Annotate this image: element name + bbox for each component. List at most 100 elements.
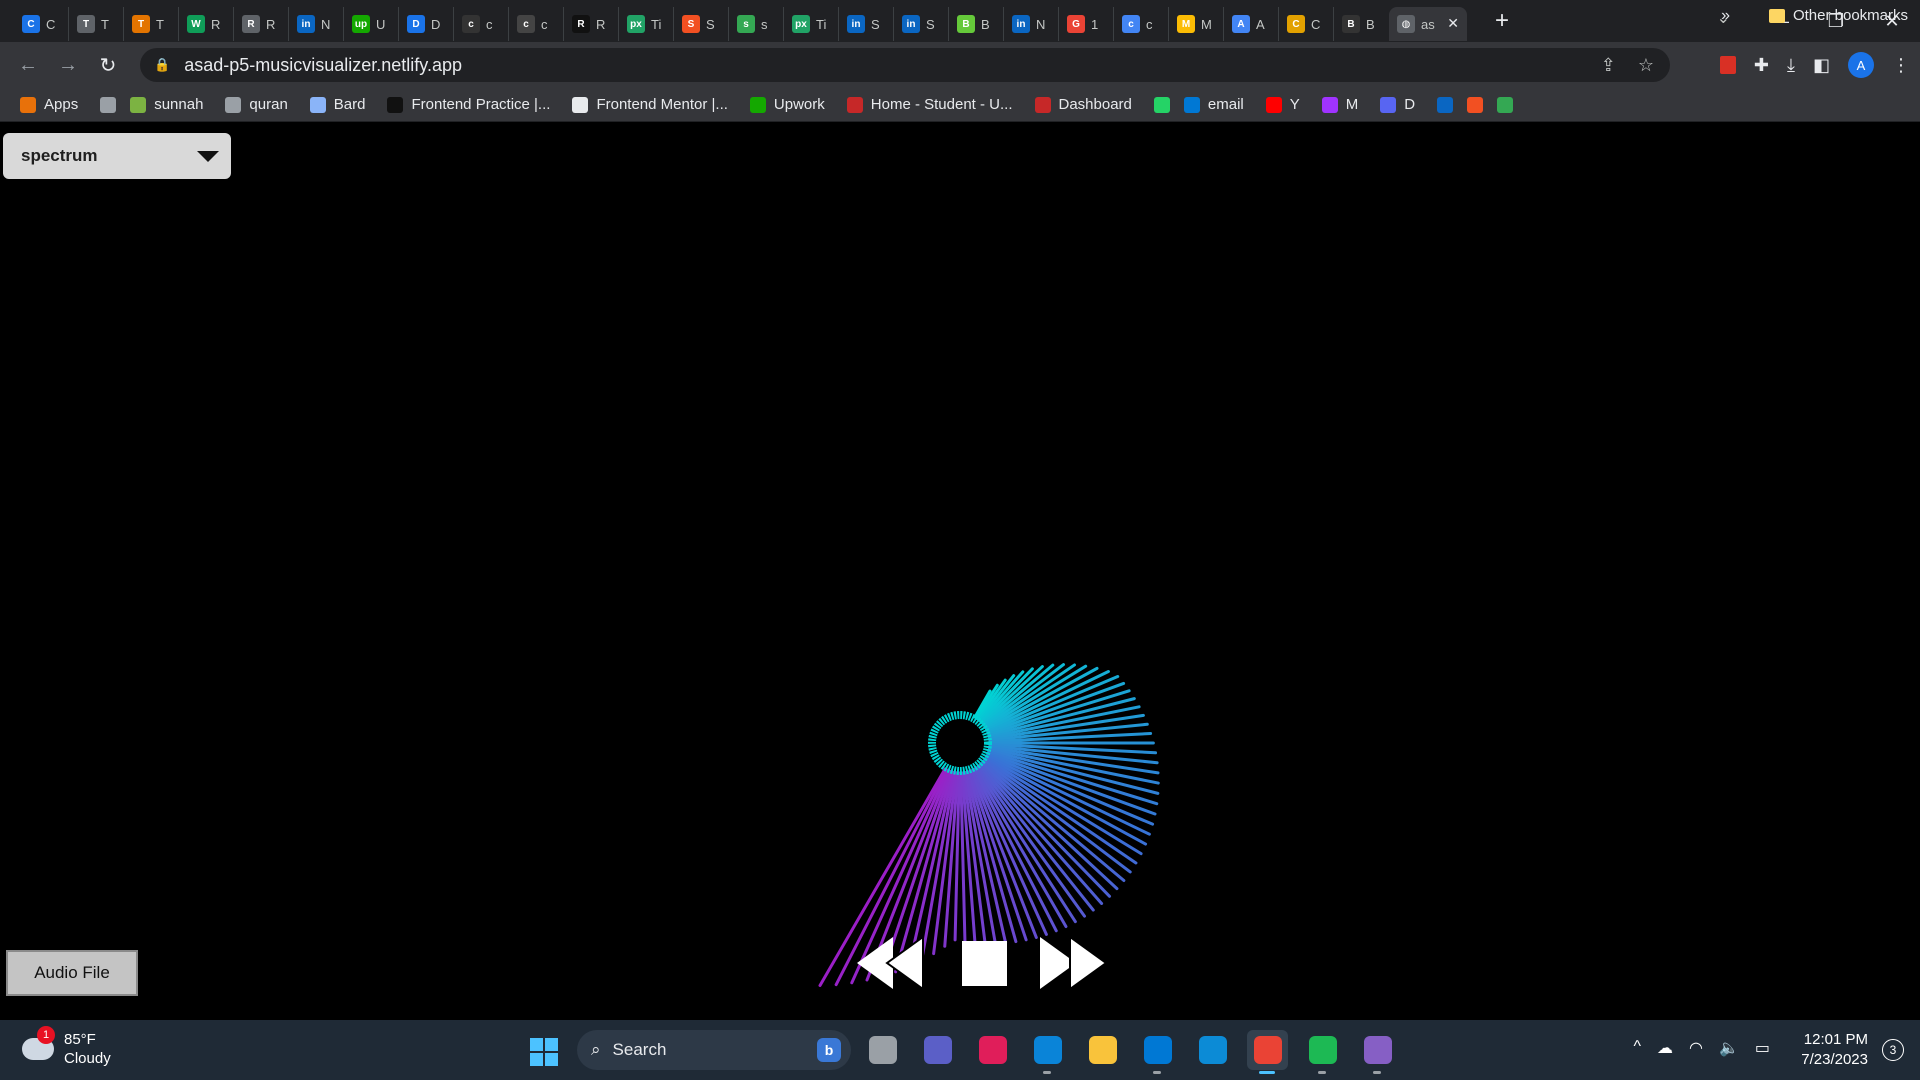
bookmark-item[interactable]: Y xyxy=(1265,96,1300,113)
other-bookmarks[interactable]: Other bookmarks xyxy=(1768,7,1908,24)
taskbar-search[interactable]: ⌕ Search b xyxy=(577,1030,851,1070)
pinwheel-icon xyxy=(1497,96,1514,113)
taskbar-app-spotify[interactable] xyxy=(1302,1030,1343,1074)
browser-tab[interactable]: SS xyxy=(674,7,729,41)
browser-tab[interactable]: up U xyxy=(344,7,399,41)
back-button[interactable]: ← xyxy=(8,54,48,77)
visualizer-mode-select[interactable]: spectrum xyxy=(3,133,231,179)
new-tab-button[interactable]: + xyxy=(1487,7,1517,35)
bookmark-item[interactable] xyxy=(1153,96,1170,113)
taskbar-app-slack[interactable] xyxy=(972,1030,1013,1070)
tab-favicon-icon: c xyxy=(517,15,535,33)
wifi-icon[interactable]: ◠ xyxy=(1689,1038,1703,1058)
notification-badge[interactable]: 3 xyxy=(1882,1039,1904,1061)
bookmark-item[interactable]: sunnah xyxy=(130,96,203,113)
bookmark-item[interactable] xyxy=(1497,96,1514,113)
browser-tab[interactable]: CC xyxy=(14,7,69,41)
profile-avatar[interactable]: A xyxy=(1848,52,1874,78)
browser-tab[interactable]: RR xyxy=(564,7,619,41)
browser-tab[interactable]: BB xyxy=(1334,7,1389,41)
battery-icon[interactable]: ▭ xyxy=(1755,1038,1770,1058)
reload-button[interactable]: ↻ xyxy=(88,53,128,78)
address-bar[interactable]: 🔒 asad-p5-musicvisualizer.netlify.app ⇪ … xyxy=(140,48,1670,82)
browser-tab[interactable]: BB xyxy=(949,7,1004,41)
taskbar-app-mail[interactable] xyxy=(1137,1030,1178,1074)
url-text[interactable]: asad-p5-musicvisualizer.netlify.app xyxy=(184,55,462,76)
bookmark-item[interactable]: Bard xyxy=(309,96,365,113)
browser-tab[interactable]: cc xyxy=(454,7,509,41)
browser-tab[interactable]: G1 xyxy=(1059,7,1114,41)
bookmarks-overflow-button[interactable]: » xyxy=(1721,7,1730,25)
tab-title: U xyxy=(376,16,386,32)
browser-tab[interactable]: ss xyxy=(729,7,784,41)
browser-tab[interactable]: in N xyxy=(1004,7,1059,41)
extension-red-icon[interactable] xyxy=(1719,56,1736,74)
bookmark-item[interactable]: email xyxy=(1183,96,1244,113)
browser-tab[interactable]: RR xyxy=(234,7,289,41)
bookmark-item[interactable]: Frontend Practice |... xyxy=(387,96,550,113)
stop-button[interactable] xyxy=(962,941,1007,986)
extensions-puzzle-icon[interactable]: ✚ xyxy=(1754,55,1769,76)
fast-forward-button[interactable] xyxy=(1040,935,1108,991)
weather-widget[interactable]: 1 85°F Cloudy xyxy=(22,1026,111,1068)
browser-tab[interactable]: TT xyxy=(124,7,179,41)
bing-icon[interactable]: b xyxy=(817,1038,841,1062)
browser-tab[interactable]: AA xyxy=(1224,7,1279,41)
bookmark-item[interactable] xyxy=(1467,96,1484,113)
bookmark-item[interactable]: Apps xyxy=(20,96,78,113)
browser-tab[interactable]: cc xyxy=(1114,7,1169,41)
taskbar-app-task-view[interactable] xyxy=(862,1030,903,1070)
bookmark-star-icon[interactable]: ☆ xyxy=(1638,55,1654,76)
browser-tab[interactable]: TT xyxy=(69,7,124,41)
menu-kebab-icon[interactable]: ⋮ xyxy=(1892,55,1910,76)
bookmark-item[interactable] xyxy=(100,96,117,113)
taskbar-app-chrome[interactable] xyxy=(1247,1030,1288,1074)
lock-icon[interactable]: 🔒 xyxy=(154,57,170,73)
bookmark-item[interactable]: M xyxy=(1321,96,1358,113)
bookmark-item[interactable]: Upwork xyxy=(749,96,825,113)
onedrive-cloud-icon[interactable]: ☁ xyxy=(1657,1038,1673,1058)
taskbar-clock[interactable]: 12:01 PM 7/23/2023 xyxy=(1801,1030,1868,1070)
tab-title: D xyxy=(431,16,441,32)
search-icon: ⌕ xyxy=(591,1040,601,1059)
clock-time: 12:01 PM xyxy=(1803,1031,1868,1048)
taskbar-app-edge[interactable] xyxy=(1192,1030,1233,1070)
forward-button[interactable]: → xyxy=(48,54,88,77)
bookmark-item[interactable] xyxy=(1437,96,1454,113)
bookmark-item[interactable]: Home - Student - U... xyxy=(846,96,1013,113)
share-icon[interactable]: ⇪ xyxy=(1601,55,1616,76)
bookmark-item[interactable]: Dashboard xyxy=(1034,96,1132,113)
toolbar-extras: ✚ ⤓ ◧ A ⋮ xyxy=(1719,42,1910,88)
taskbar-app-vscode[interactable] xyxy=(1027,1030,1068,1074)
tab-active[interactable]: ◍ as ✕ xyxy=(1389,7,1467,41)
downloads-icon[interactable]: ⤓ xyxy=(1787,55,1795,76)
tab-title: C xyxy=(1311,16,1321,32)
windows-start-icon[interactable] xyxy=(530,1038,558,1066)
browser-tab[interactable]: in S xyxy=(839,7,894,41)
browser-tab[interactable]: DD xyxy=(399,7,454,41)
taskbar-app-chat[interactable] xyxy=(917,1030,958,1070)
bookmark-item[interactable]: Frontend Mentor |... xyxy=(572,96,728,113)
browser-tab[interactable]: px Ti xyxy=(619,7,674,41)
side-panel-icon[interactable]: ◧ xyxy=(1813,55,1830,76)
browser-tab[interactable]: in S xyxy=(894,7,949,41)
browser-tab[interactable]: WR xyxy=(179,7,234,41)
bookmark-item[interactable]: D xyxy=(1380,96,1415,113)
tab-favicon-icon: B xyxy=(957,15,975,33)
volume-icon[interactable]: 🔈 xyxy=(1719,1038,1739,1058)
tray-chevron-icon[interactable]: ^ xyxy=(1633,1038,1641,1058)
bookmark-item[interactable]: quran xyxy=(225,96,288,113)
audio-file-button[interactable]: Audio File xyxy=(6,950,138,996)
tab-favicon-icon: px xyxy=(627,15,645,33)
browser-tab[interactable]: in N xyxy=(289,7,344,41)
browser-tab[interactable]: CC xyxy=(1279,7,1334,41)
taskbar-app-visual-studio[interactable] xyxy=(1357,1030,1398,1074)
tab-favicon-icon: px xyxy=(792,15,810,33)
taskbar-app-file-explorer[interactable] xyxy=(1082,1030,1123,1070)
rewind-button[interactable] xyxy=(857,935,924,991)
browser-tab[interactable]: MM xyxy=(1169,7,1224,41)
close-tab-icon[interactable]: ✕ xyxy=(1447,15,1459,32)
tab-title: R xyxy=(211,16,221,32)
browser-tab[interactable]: cc xyxy=(509,7,564,41)
browser-tab[interactable]: px Ti xyxy=(784,7,839,41)
